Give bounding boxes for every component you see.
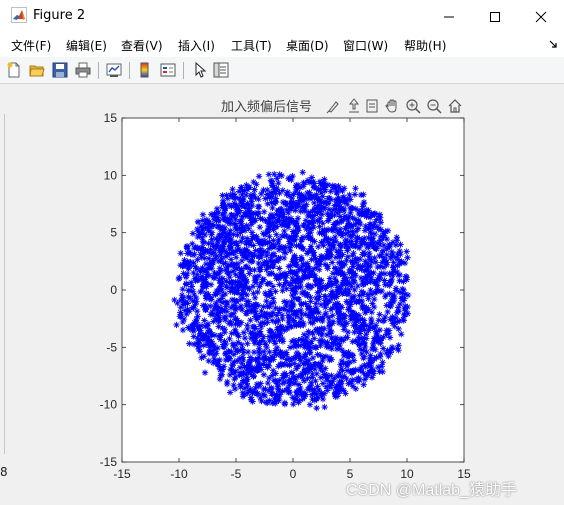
pan-hand-icon[interactable] — [384, 98, 400, 114]
menu-insert[interactable]: 插入(I) — [178, 37, 215, 54]
edit-plot-arrow-icon[interactable] — [190, 61, 208, 79]
zoom-options-icon[interactable] — [364, 98, 380, 114]
figure-window: Figure 2 文件(F) 编辑(E) 查看(V) 插入(I) 工具(T) 桌… — [0, 0, 564, 505]
home-icon[interactable] — [447, 98, 463, 114]
maximize-button[interactable] — [472, 0, 518, 33]
maximize-icon — [490, 11, 500, 22]
y-tick-label: -15 — [100, 455, 118, 469]
y-tick-label: 15 — [104, 111, 118, 125]
close-button[interactable] — [518, 0, 564, 33]
open-file-icon[interactable] — [28, 61, 46, 79]
minimize-icon — [444, 16, 454, 17]
y-tick-label: 5 — [110, 226, 117, 240]
menu-view[interactable]: 查看(V) — [121, 37, 163, 54]
x-tick-label: -15 — [113, 467, 131, 481]
menu-desktop[interactable]: 桌面(D) — [286, 37, 329, 54]
y-tick-label: -5 — [106, 340, 117, 354]
minimize-button[interactable] — [426, 0, 472, 33]
matlab-logo-icon — [11, 7, 27, 23]
new-figure-icon[interactable] — [5, 61, 23, 79]
menu-window[interactable]: 窗口(W) — [343, 37, 388, 54]
menu-bar: 文件(F) 编辑(E) 查看(V) 插入(I) 工具(T) 桌面(D) 窗口(W… — [0, 33, 564, 57]
dock-arrow-icon[interactable] — [548, 39, 558, 49]
x-tick-label: 0 — [290, 467, 297, 481]
y-tick-label: 10 — [104, 168, 118, 182]
y-tick-label: -10 — [100, 398, 118, 412]
property-inspector-icon[interactable] — [212, 61, 230, 79]
figure-canvas: 8 -15 -10 -5 0 5 10 15 -15 -10 -5 0 5 10 15 加入频偏后信号 — [0, 84, 564, 505]
x-tick-label: -10 — [170, 467, 188, 481]
toolbar-separator — [183, 62, 184, 79]
menu-file[interactable]: 文件(F) — [11, 37, 51, 54]
data-tips-icon[interactable] — [346, 98, 362, 114]
print-icon[interactable] — [74, 61, 92, 79]
menu-tools[interactable]: 工具(T) — [231, 37, 272, 54]
colorbar-icon[interactable] — [136, 61, 154, 79]
toolbar-separator — [129, 62, 130, 79]
close-icon — [535, 11, 547, 22]
axes-toolbar-label: 加入频偏后信号 — [221, 100, 313, 115]
toolbar-separator — [98, 62, 99, 79]
menu-help[interactable]: 帮助(H) — [404, 37, 446, 54]
brush-icon[interactable] — [326, 98, 342, 114]
save-icon[interactable] — [51, 61, 69, 79]
figure-toolbar — [0, 57, 564, 84]
x-tick-label: -5 — [231, 467, 242, 481]
menu-edit[interactable]: 编辑(E) — [66, 37, 107, 54]
scatter-plot: -15 -10 -5 0 5 10 15-15-10-5051015 — [100, 111, 471, 481]
zoom-in-icon[interactable] — [405, 98, 421, 114]
legend-icon[interactable] — [159, 61, 177, 79]
zoom-out-icon[interactable] — [426, 98, 442, 114]
y-tick-label: 0 — [110, 283, 117, 297]
title-bar: Figure 2 — [0, 0, 564, 33]
csdn-watermark: CSDN @Matlab_猿助手 — [346, 482, 517, 499]
window-title: Figure 2 — [33, 8, 86, 23]
link-plot-icon[interactable] — [105, 61, 123, 79]
